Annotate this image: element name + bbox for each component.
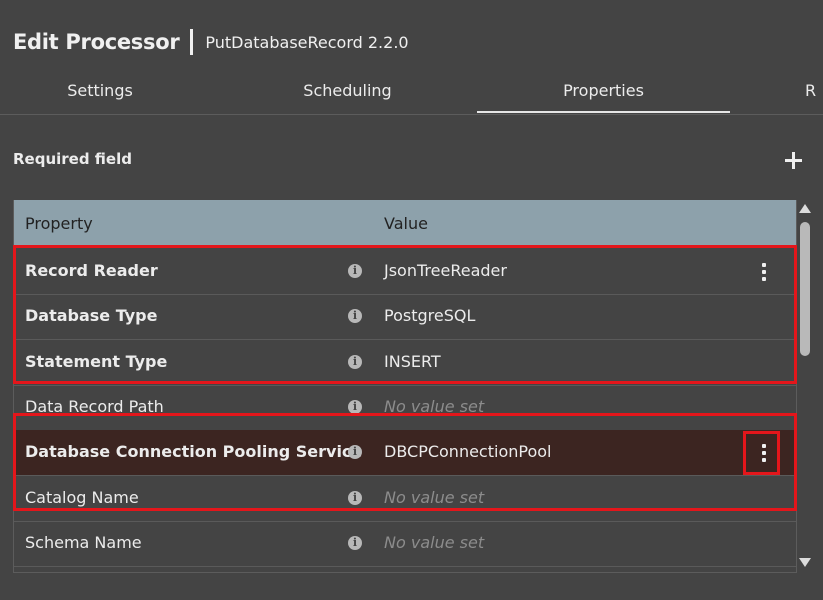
property-name: Record Reader (25, 261, 158, 280)
info-icon[interactable]: i (348, 490, 362, 505)
property-value[interactable]: JsonTreeReader (384, 261, 507, 280)
table-scrollbar[interactable] (797, 200, 815, 572)
table-row[interactable]: Statement Type i INSERT (14, 340, 796, 386)
properties-table: Property Value Record Reader i JsonTreeRea… (13, 200, 797, 573)
column-header-value: Value (384, 214, 428, 233)
tab-bar: Settings Scheduling Properties R (0, 70, 823, 115)
tab-relationships[interactable]: R (805, 70, 823, 113)
scrollbar-thumb[interactable] (800, 222, 810, 356)
kebab-dot (762, 444, 766, 449)
property-name: Data Record Path (25, 396, 164, 416)
property-name: Database Connection Pooling Service (25, 442, 363, 462)
table-row[interactable]: Database Connection Pooling Service i DBCP… (14, 430, 796, 477)
property-value[interactable]: No value set (384, 533, 484, 552)
property-value[interactable]: INSERT (384, 352, 441, 371)
table-row[interactable]: Record Reader i JsonTreeReader (14, 249, 796, 295)
kebab-dot (762, 277, 766, 281)
table-row[interactable]: Schema Name i No value set (14, 521, 796, 567)
kebab-dot (762, 263, 766, 267)
property-name: Catalog Name (25, 487, 139, 507)
add-property-plus-icon[interactable] (785, 149, 803, 171)
dialog-title-bar: Edit Processor PutDatabaseRecord 2.2.0 (13, 26, 409, 58)
property-value[interactable]: PostgreSQL (384, 306, 475, 325)
info-icon[interactable]: i (348, 535, 362, 550)
info-icon[interactable]: i (348, 309, 362, 324)
kebab-dot (762, 270, 766, 274)
table-header: Property Value (14, 200, 796, 245)
kebab-dot (762, 458, 766, 463)
info-icon[interactable]: i (348, 399, 362, 414)
scroll-up-arrow-icon[interactable] (799, 204, 811, 213)
kebab-menu-icon[interactable] (761, 263, 767, 281)
required-field-label: Required field (13, 150, 132, 168)
dialog-title: Edit Processor (13, 30, 180, 54)
kebab-menu-icon[interactable] (761, 444, 767, 463)
property-name: Statement Type (25, 351, 168, 371)
info-icon[interactable]: i (348, 264, 362, 278)
column-header-property: Property (25, 214, 93, 233)
scroll-down-arrow-icon[interactable] (799, 558, 811, 567)
table-row[interactable]: Data Record Path i No value set (14, 385, 796, 431)
title-separator (190, 29, 194, 55)
property-name: Database Type (25, 306, 158, 326)
table-row[interactable]: Catalog Name i No value set (14, 476, 796, 522)
table-row[interactable]: Database Type i PostgreSQL (14, 294, 796, 341)
processor-type-label: PutDatabaseRecord 2.2.0 (205, 32, 409, 52)
info-icon[interactable]: i (348, 354, 362, 369)
kebab-dot (762, 451, 766, 456)
property-value[interactable]: No value set (384, 397, 484, 416)
tab-scheduling[interactable]: Scheduling (220, 70, 475, 113)
tab-settings[interactable]: Settings (0, 70, 200, 113)
property-value[interactable]: No value set (384, 488, 484, 507)
property-value[interactable]: DBCPConnectionPool (384, 442, 551, 461)
tab-properties[interactable]: Properties (477, 70, 730, 113)
property-name: Schema Name (25, 532, 142, 552)
